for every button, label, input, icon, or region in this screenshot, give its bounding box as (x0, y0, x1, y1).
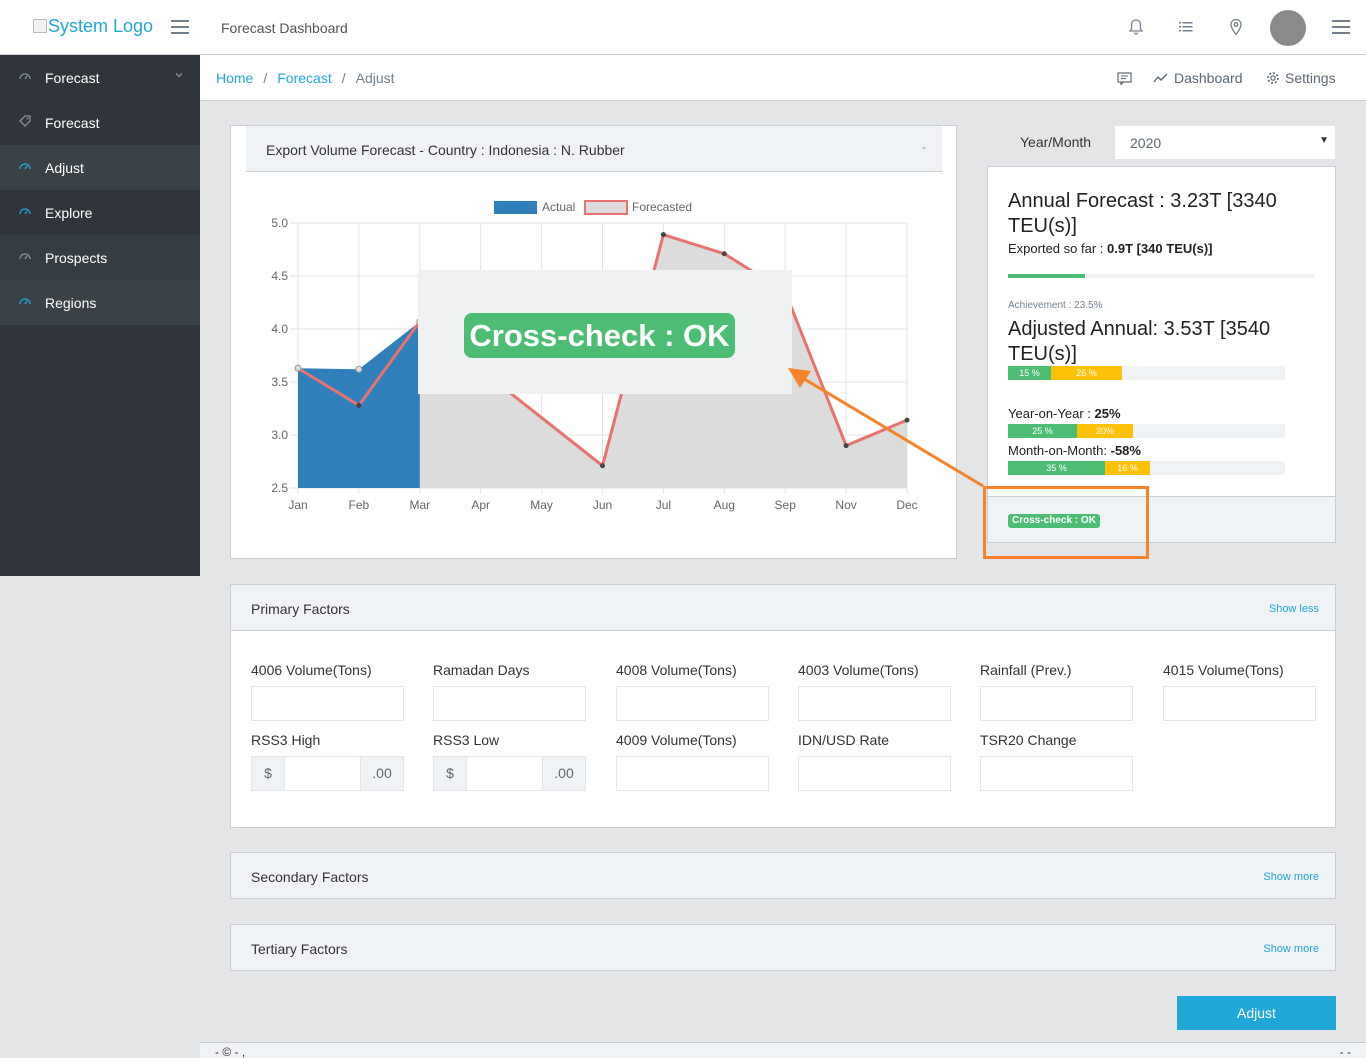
input-idn-usd-rate[interactable] (798, 756, 951, 791)
field-label-4006-volume: 4006 Volume(Tons) (251, 662, 372, 678)
adjust-button[interactable]: Adjust (1177, 996, 1336, 1030)
input-group-rss3-high: $ .00 (251, 756, 404, 791)
input-ramadan-days[interactable] (433, 686, 586, 721)
tertiary-factors-header[interactable]: Tertiary Factors Show more (231, 925, 1335, 970)
callout-arrow-line (795, 372, 984, 488)
field-label-ramadan-days: Ramadan Days (433, 662, 530, 678)
currency-prefix: $ (434, 757, 467, 790)
input-tsr20-change[interactable] (980, 756, 1133, 791)
secondary-factors-card: Secondary Factors Show more (230, 852, 1336, 899)
tertiary-factors-title: Tertiary Factors (251, 941, 348, 957)
field-label-rss3-high: RSS3 High (251, 732, 321, 748)
field-label-4008-volume: 4008 Volume(Tons) (616, 662, 737, 678)
field-label-rss3-low: RSS3 Low (433, 732, 500, 748)
decimal-suffix: .00 (542, 757, 585, 790)
primary-factors-toggle[interactable]: Show less (1269, 603, 1319, 615)
input-rss3-low[interactable] (467, 757, 542, 790)
input-rss3-high[interactable] (285, 757, 360, 790)
field-label-4015-volume: 4015 Volume(Tons) (1163, 662, 1284, 678)
field-label-tsr20-change: TSR20 Change (980, 732, 1077, 748)
currency-prefix: $ (252, 757, 285, 790)
secondary-factors-title: Secondary Factors (251, 869, 369, 885)
input-4006-volume[interactable] (251, 686, 404, 721)
field-label-idn-usd-rate: IDN/USD Rate (798, 732, 890, 748)
secondary-factors-toggle[interactable]: Show more (1263, 871, 1319, 883)
input-rainfall-prev[interactable] (980, 686, 1133, 721)
footer: - © - , - - (200, 1042, 1366, 1058)
primary-factors-card: Primary Factors Show less 4006 Volume(To… (230, 584, 1336, 828)
callout-arrow-head (788, 368, 811, 388)
input-group-rss3-low: $ .00 (433, 756, 586, 791)
secondary-factors-header[interactable]: Secondary Factors Show more (231, 853, 1335, 898)
input-4003-volume[interactable] (798, 686, 951, 721)
field-label-4009-volume: 4009 Volume(Tons) (616, 732, 737, 748)
input-4008-volume[interactable] (616, 686, 769, 721)
decimal-suffix: .00 (360, 757, 403, 790)
tertiary-factors-toggle[interactable]: Show more (1263, 943, 1319, 955)
field-label-rainfall-prev: Rainfall (Prev.) (980, 662, 1072, 678)
input-4009-volume[interactable] (616, 756, 769, 791)
tertiary-factors-card: Tertiary Factors Show more (230, 924, 1336, 971)
primary-factors-title: Primary Factors (251, 601, 350, 617)
field-label-4003-volume: 4003 Volume(Tons) (798, 662, 919, 678)
input-4015-volume[interactable] (1163, 686, 1316, 721)
callout-arrow (788, 368, 984, 488)
primary-factors-header: Primary Factors Show less (231, 585, 1335, 631)
